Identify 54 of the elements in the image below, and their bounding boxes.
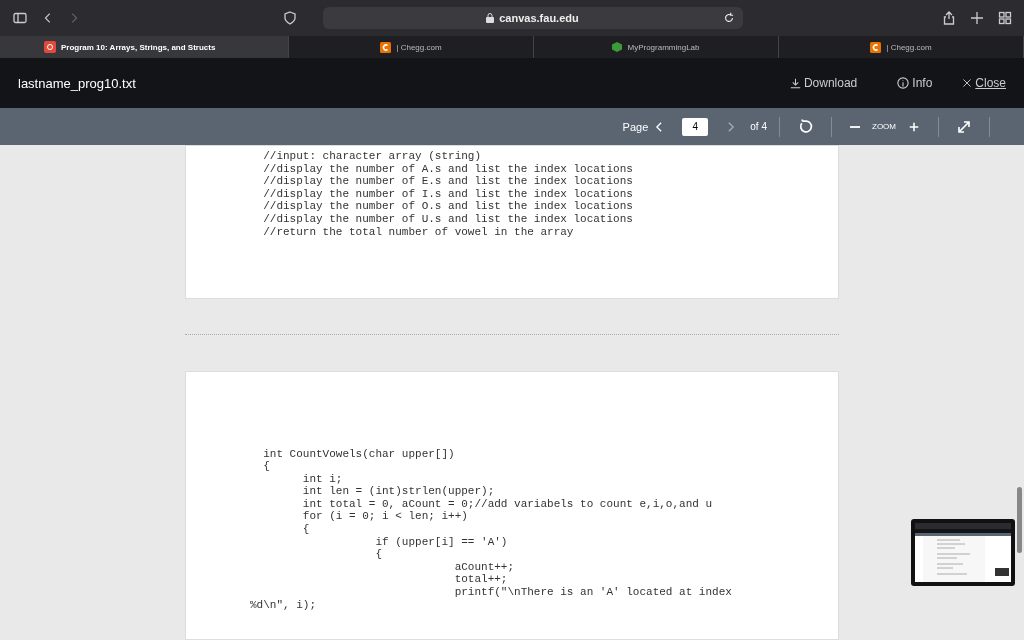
canvas-logo-icon bbox=[44, 41, 56, 53]
browser-tab[interactable]: Program 10: Arrays, Strings, and Structs bbox=[0, 36, 289, 58]
tab-title: | Chegg.com bbox=[396, 42, 442, 52]
code-line: int len = (int)strlen(upper); bbox=[301, 485, 495, 498]
tab-title: Program 10: Arrays, Strings, and Structs bbox=[61, 42, 216, 52]
cube-icon bbox=[612, 42, 623, 52]
rotate-icon bbox=[798, 119, 813, 134]
address-bar[interactable]: canvas.fau.edu bbox=[322, 7, 743, 29]
code-line: //display the number of O.s and list the index locations bbox=[262, 200, 633, 213]
page-label: Page bbox=[622, 120, 649, 133]
minus-icon bbox=[850, 125, 860, 128]
code-line: %d\n", i); bbox=[250, 598, 316, 612]
chegg-logo-icon bbox=[380, 41, 392, 53]
sidebar-icon bbox=[12, 11, 28, 25]
share-icon bbox=[942, 11, 956, 25]
code-line: //display the number of U.s and list the index locations bbox=[262, 212, 633, 226]
code-line: if (upper[i] == 'A') bbox=[374, 535, 508, 549]
reload-icon bbox=[722, 11, 735, 25]
shield-icon bbox=[283, 11, 297, 25]
code-line: //display the number of A.s and list the index locations bbox=[262, 162, 633, 176]
scrollbar-thumb[interactable] bbox=[1017, 487, 1022, 553]
code-line: //input: character array (string) bbox=[262, 150, 482, 163]
lock-icon bbox=[486, 13, 495, 23]
code-line: //display the number of E.s and list the index locations bbox=[262, 175, 633, 188]
download-icon bbox=[789, 77, 801, 89]
page-total: of 4 bbox=[750, 121, 767, 132]
info-icon bbox=[897, 77, 910, 89]
code-line: total++; bbox=[453, 573, 508, 587]
code-line: { bbox=[374, 548, 383, 561]
code-line: { bbox=[262, 460, 270, 473]
plus-icon bbox=[970, 11, 984, 25]
code-line: int total = 0, aCount = 0;//add variabels to count e,i,o,and u bbox=[301, 497, 713, 511]
code-line: for (i = 0; i < len; i++) bbox=[301, 510, 468, 524]
download-link[interactable]: Download bbox=[789, 76, 858, 90]
expand-icon bbox=[957, 119, 971, 134]
info-link[interactable]: Info bbox=[897, 76, 933, 90]
code-line: int CountVowels(char upper[]) bbox=[262, 447, 455, 461]
close-icon bbox=[962, 78, 973, 88]
address-text: canvas.fau.edu bbox=[499, 12, 579, 24]
zoom-label: ZOOM bbox=[872, 122, 896, 131]
tab-title: MyProgrammingLab bbox=[627, 42, 700, 52]
chegg-logo-icon bbox=[870, 41, 882, 53]
code-line: { bbox=[301, 523, 310, 536]
file-name: lastname_prog10.txt bbox=[18, 75, 136, 91]
code-line: //display the number of I.s and list the index locations bbox=[262, 187, 633, 201]
chevron-right-icon bbox=[726, 119, 737, 134]
code-line: printf("\nThere is an 'A' located at index bbox=[453, 586, 732, 599]
tab-title: | Chegg.com bbox=[886, 42, 932, 52]
page-number-field[interactable]: 4 bbox=[682, 117, 709, 136]
code-line: //return the total number of vowel in the array bbox=[262, 225, 574, 239]
code-line: aCount++; bbox=[453, 560, 515, 574]
close-link[interactable]: Close bbox=[962, 76, 1006, 90]
code-line: int i; bbox=[301, 472, 343, 486]
tab-grid-icon bbox=[998, 11, 1012, 25]
